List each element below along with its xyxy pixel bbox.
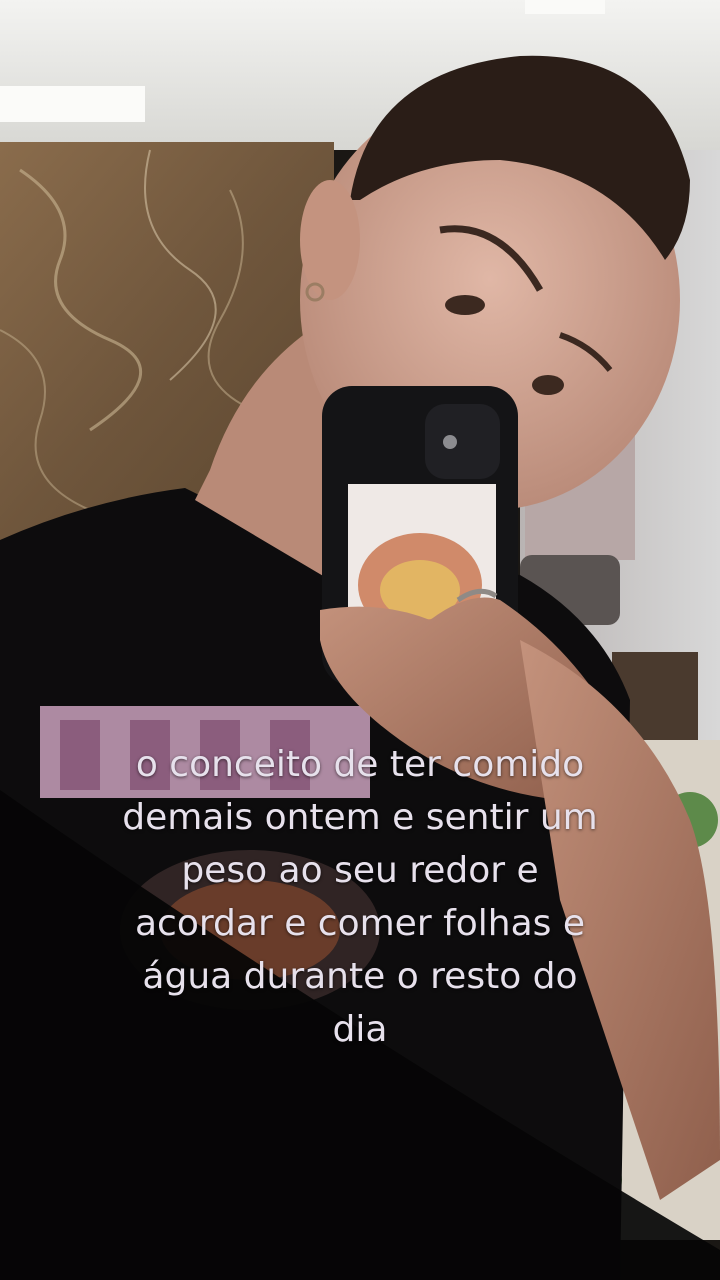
- caption-line: água durante o resto do: [142, 956, 578, 997]
- caption-line: demais ontem e sentir um: [122, 797, 598, 838]
- caption-line: acordar e comer folhas e: [135, 903, 585, 944]
- caption-line: dia: [332, 1009, 388, 1050]
- caption-line: o conceito de ter comido: [135, 744, 585, 785]
- photo-frame: o conceito de ter comido demais ontem e …: [0, 0, 720, 1280]
- ceiling-light: [0, 86, 145, 122]
- mirror-selfie-photo: [0, 0, 720, 1280]
- caption-line: peso ao seu redor e: [181, 850, 539, 891]
- caption-overlay: o conceito de ter comido demais ontem e …: [60, 738, 660, 1056]
- ear: [300, 180, 360, 300]
